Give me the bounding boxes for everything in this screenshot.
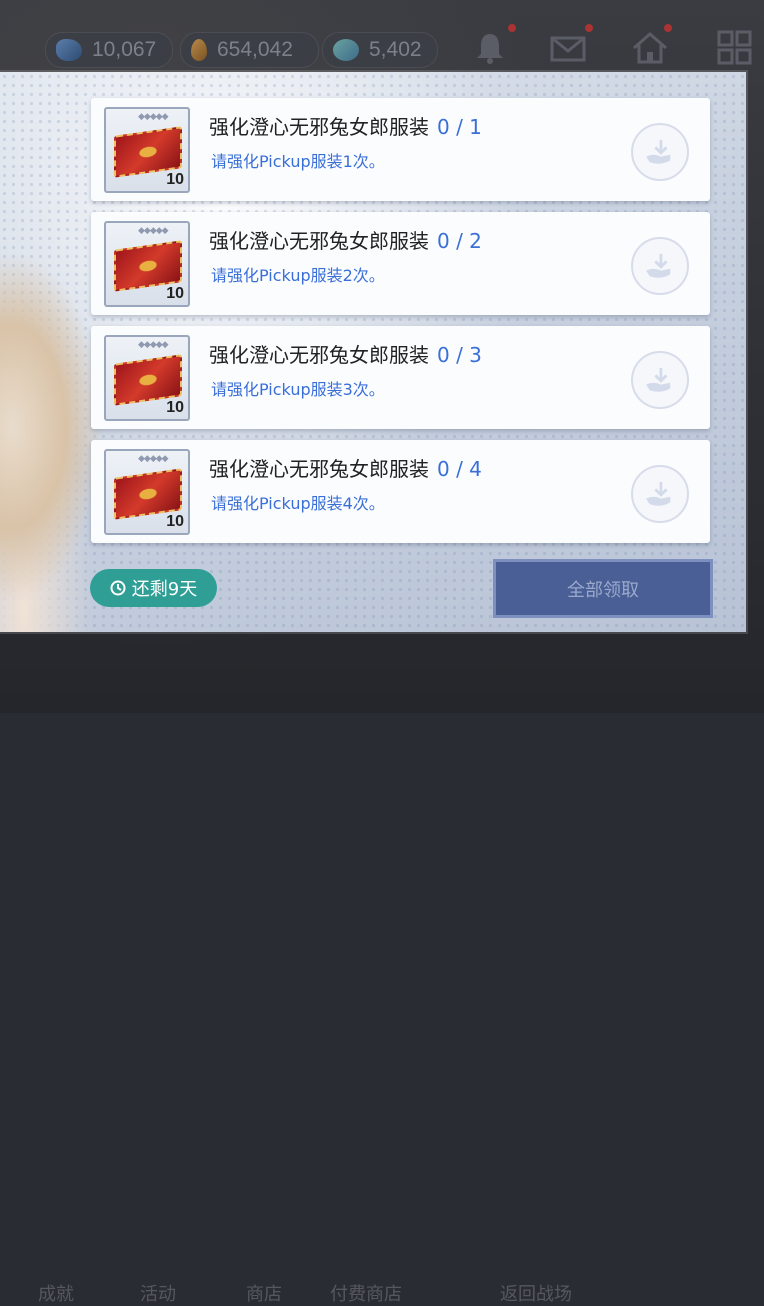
time-remaining-badge: 还剩9天 bbox=[90, 569, 217, 607]
reward-quantity: 10 bbox=[166, 513, 184, 530]
claim-button[interactable] bbox=[631, 465, 689, 523]
nav-paid-shop[interactable]: 付费商店 bbox=[330, 1280, 402, 1306]
gem-value: 10,067 bbox=[92, 38, 157, 61]
rarity-stars-icon: ◆◆◆◆◆ bbox=[138, 112, 169, 122]
mail-icon[interactable] bbox=[548, 28, 588, 68]
rarity-stars-icon: ◆◆◆◆◆ bbox=[138, 454, 169, 464]
nav-shop[interactable]: 商店 bbox=[246, 1280, 282, 1306]
quest-row: ◆◆◆◆◆ 10 强化澄心无邪兔女郎服装 0 / 3 请强化Pickup服装3次。 bbox=[91, 326, 710, 429]
top-bar: 10,067 654,042 5,402 bbox=[0, 0, 764, 80]
quest-row: ◆◆◆◆◆ 10 强化澄心无邪兔女郎服装 0 / 4 请强化Pickup服装4次。 bbox=[91, 440, 710, 543]
rarity-stars-icon: ◆◆◆◆◆ bbox=[138, 226, 169, 236]
quest-title: 强化澄心无邪兔女郎服装 bbox=[209, 457, 429, 481]
gold-value: 654,042 bbox=[217, 38, 293, 61]
notification-dot bbox=[585, 24, 593, 32]
reward-quantity: 10 bbox=[166, 285, 184, 302]
quest-title-line: 强化澄心无邪兔女郎服装 0 / 3 bbox=[209, 339, 482, 368]
stamina-icon bbox=[333, 39, 359, 61]
bell-icon[interactable] bbox=[470, 28, 510, 68]
rarity-stars-icon: ◆◆◆◆◆ bbox=[138, 340, 169, 350]
quest-description: 请强化Pickup服装1次。 bbox=[211, 152, 385, 171]
nav-return-battle[interactable]: 返回战场 bbox=[500, 1280, 572, 1306]
gold-icon bbox=[191, 39, 207, 61]
time-remaining-text: 还剩9天 bbox=[131, 579, 198, 600]
quest-title-line: 强化澄心无邪兔女郎服装 0 / 1 bbox=[209, 111, 482, 140]
claim-button[interactable] bbox=[631, 237, 689, 295]
nav-achievements[interactable]: 成就 bbox=[38, 1280, 74, 1306]
reward-item[interactable]: ◆◆◆◆◆ 10 bbox=[104, 221, 190, 307]
notification-dot bbox=[664, 24, 672, 32]
clock-icon bbox=[110, 580, 126, 596]
nav-events[interactable]: 活动 bbox=[140, 1280, 176, 1306]
claim-all-label: 全部领取 bbox=[567, 579, 639, 601]
quest-title: 强化澄心无邪兔女郎服装 bbox=[209, 115, 429, 139]
stamina-counter[interactable]: 5,402 bbox=[322, 32, 438, 68]
gold-counter[interactable]: 654,042 bbox=[180, 32, 319, 68]
quest-title: 强化澄心无邪兔女郎服装 bbox=[209, 343, 429, 367]
notification-dot bbox=[508, 24, 516, 32]
reward-quantity: 10 bbox=[166, 399, 184, 416]
quest-row: ◆◆◆◆◆ 10 强化澄心无邪兔女郎服装 0 / 2 请强化Pickup服装2次。 bbox=[91, 212, 710, 315]
quest-description: 请强化Pickup服装4次。 bbox=[211, 494, 385, 513]
reward-quantity: 10 bbox=[166, 171, 184, 188]
quest-title-line: 强化澄心无邪兔女郎服装 0 / 4 bbox=[209, 453, 482, 482]
claim-button[interactable] bbox=[631, 351, 689, 409]
claim-all-button[interactable]: 全部领取 bbox=[493, 559, 713, 618]
quest-progress: 0 / 3 bbox=[437, 343, 482, 367]
quest-row: ◆◆◆◆◆ 10 强化澄心无邪兔女郎服装 0 / 1 请强化Pickup服装1次。 bbox=[91, 98, 710, 201]
claim-button[interactable] bbox=[631, 123, 689, 181]
quest-progress: 0 / 2 bbox=[437, 229, 482, 253]
gem-counter[interactable]: 10,067 bbox=[45, 32, 173, 68]
quest-progress: 0 / 1 bbox=[437, 115, 482, 139]
reward-item[interactable]: ◆◆◆◆◆ 10 bbox=[104, 335, 190, 421]
stamina-value: 5,402 bbox=[369, 38, 422, 61]
quest-description: 请强化Pickup服装3次。 bbox=[211, 380, 385, 399]
reward-item[interactable]: ◆◆◆◆◆ 10 bbox=[104, 107, 190, 193]
quest-description: 请强化Pickup服装2次。 bbox=[211, 266, 385, 285]
quest-title: 强化澄心无邪兔女郎服装 bbox=[209, 229, 429, 253]
grid-menu-icon[interactable] bbox=[715, 28, 755, 68]
home-icon[interactable] bbox=[630, 28, 670, 68]
quest-title-line: 强化澄心无邪兔女郎服装 0 / 2 bbox=[209, 225, 482, 254]
gem-icon bbox=[56, 39, 82, 61]
reward-item[interactable]: ◆◆◆◆◆ 10 bbox=[104, 449, 190, 535]
quest-progress: 0 / 4 bbox=[437, 457, 482, 481]
bottom-nav: 成就 活动 商店 付费商店 返回战场 bbox=[0, 636, 764, 1305]
